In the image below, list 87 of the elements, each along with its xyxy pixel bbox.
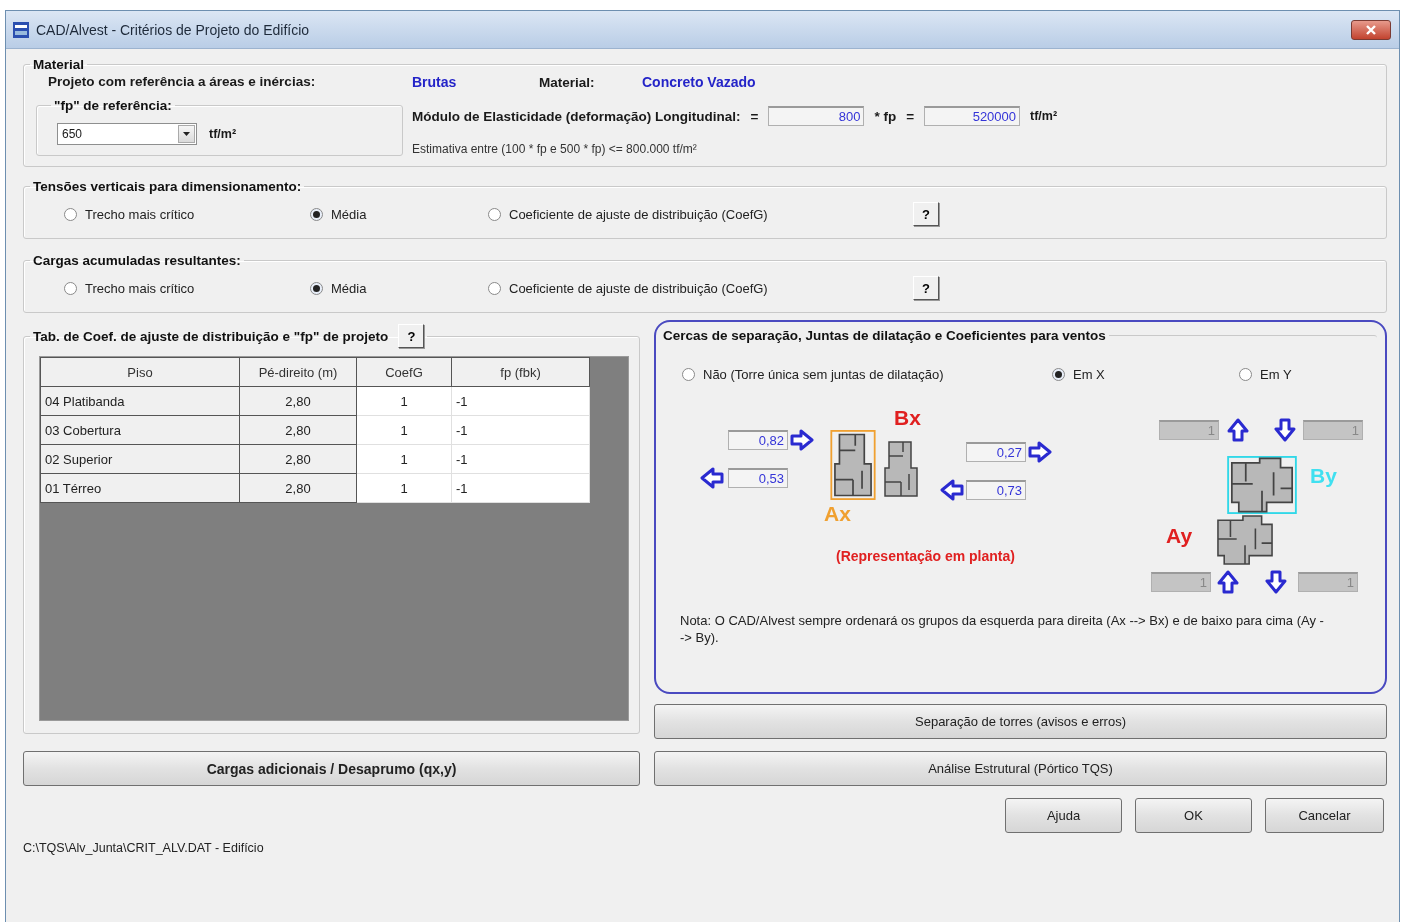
close-button[interactable] <box>1351 19 1391 40</box>
table-cell: 04 Platibanda <box>40 386 240 416</box>
table-cell[interactable]: -1 <box>451 415 590 445</box>
group-label: Ax <box>824 502 851 526</box>
group-title: Cargas acumuladas resultantes: <box>32 253 242 268</box>
column-header: fp (fbk) <box>451 357 590 387</box>
radio-button[interactable]: Trecho mais crítico <box>64 206 195 222</box>
arrow-icon <box>1216 570 1240 594</box>
additional-loads-button[interactable]: Cargas adicionais / Desaprumo (qx,y) <box>23 751 640 786</box>
table-cell: 2,80 <box>239 444 357 474</box>
table-cell[interactable]: -1 <box>451 444 590 474</box>
radio-button[interactable]: Em X <box>1052 367 1105 382</box>
ok-button[interactable]: OK <box>1135 798 1252 833</box>
group-title: Tensões verticais para dimensionamento: <box>32 179 303 194</box>
coefficient-field: 1 <box>1151 572 1211 592</box>
reference-value: Brutas <box>412 74 458 90</box>
table-cell[interactable]: 1 <box>356 473 452 503</box>
coefficient-field[interactable]: 0,73 <box>966 480 1026 500</box>
group-label: By <box>1310 464 1337 488</box>
unit-label: tf/m² <box>209 127 237 141</box>
arrow-icon <box>1028 440 1052 464</box>
dropdown[interactable]: 650 <box>57 123 197 145</box>
equals-sign: = <box>750 108 759 124</box>
help-button[interactable]: Ajuda <box>1005 798 1122 833</box>
arrow-icon <box>700 466 724 490</box>
separation-button[interactable]: Separação de torres (avisos e erros) <box>654 704 1387 739</box>
coefficient-field[interactable]: 0,53 <box>728 468 788 488</box>
cancel-button[interactable]: Cancelar <box>1265 798 1384 833</box>
group-label: Ay <box>1166 524 1193 548</box>
window-title: CAD/Alvest - Critérios de Projeto do Edifício <box>36 21 311 38</box>
table-cell[interactable]: 1 <box>356 444 452 474</box>
factor-field[interactable]: 800 <box>768 106 865 126</box>
table-cell: 2,80 <box>239 473 357 503</box>
column-header: Piso <box>40 357 240 387</box>
caret-icon <box>183 132 190 136</box>
floor-plan-drawing <box>1226 456 1298 514</box>
radio-button[interactable]: Em Y <box>1239 367 1292 382</box>
field-label: Projeto com referência a áreas e inércias: <box>47 74 317 89</box>
radio-button[interactable]: Coeficiente de ajuste de distribuição (CoefG) <box>488 206 768 222</box>
caption-text: (Representação em planta) <box>836 548 1015 564</box>
radio-button[interactable]: Média <box>310 280 367 296</box>
arrow-icon <box>790 428 814 452</box>
radio-button[interactable]: Média <box>310 206 367 222</box>
hint-text: Estimativa entre (100 * fp e 500 * fp) <= 800.000 tf/m² <box>412 142 698 156</box>
group-title: Material <box>32 57 86 72</box>
group-title: Tab. de Coef. de ajuste de distribuição e "fp" de projeto <box>33 328 389 344</box>
unit-label: tf/m² <box>1030 109 1058 123</box>
arrow-icon <box>1226 418 1250 442</box>
coefficient-field[interactable]: 0,27 <box>966 442 1026 462</box>
help-button[interactable]: ? <box>398 324 425 348</box>
group-title: Cercas de separação, Juntas de dilatação e Coeficientes para ventos <box>662 328 1107 343</box>
column-header: CoefG <box>356 357 452 387</box>
note-text: Nota: O CAD/Alvest sempre ordenará os grupos da esquerda para direita (Ax --> Bx) e de baixo para cima (Ay --> By). <box>680 612 1325 646</box>
table-cell[interactable]: -1 <box>451 386 590 416</box>
file-path-text: C:\TQS\Alv_Junta\CRIT_ALV.DAT - Edifício <box>23 841 265 855</box>
table-cell[interactable]: 1 <box>356 415 452 445</box>
group-title: "fp" de referência: <box>53 98 173 113</box>
field-label: Material: <box>539 74 596 90</box>
coefficient-field: 1 <box>1298 572 1358 592</box>
table-cell: 02 Superior <box>40 444 240 474</box>
equals-sign: = <box>906 108 915 124</box>
table-cell[interactable]: -1 <box>451 473 590 503</box>
table-cell: 01 Térreo <box>40 473 240 503</box>
arrow-icon <box>940 478 964 502</box>
radio-button[interactable]: Trecho mais crítico <box>64 280 195 296</box>
arrow-icon <box>1273 418 1297 442</box>
table-cell: 03 Cobertura <box>40 415 240 445</box>
material-value: Concreto Vazado <box>642 74 756 90</box>
table-cell: 2,80 <box>239 415 357 445</box>
analysis-button[interactable]: Análise Estrutural (Pórtico TQS) <box>654 751 1387 786</box>
coefficient-field: 1 <box>1159 420 1219 440</box>
coefficient-field[interactable]: 0,82 <box>728 430 788 450</box>
app-logo-icon <box>12 20 30 39</box>
coefficient-field: 1 <box>1303 420 1363 440</box>
table-cell: 2,80 <box>239 386 357 416</box>
table-cell[interactable]: 1 <box>356 386 452 416</box>
arrow-icon <box>1264 570 1288 594</box>
help-button[interactable]: ? <box>913 276 939 300</box>
field-label: * fp <box>874 108 897 124</box>
column-header: Pé-direito (m) <box>239 357 357 387</box>
radio-button[interactable]: Não (Torre única sem juntas de dilatação) <box>682 367 944 382</box>
close-icon <box>1365 23 1377 36</box>
help-button[interactable]: ? <box>913 202 939 226</box>
group-label: Bx <box>894 406 921 430</box>
field-label: Módulo de Elasticidade (deformação) Longitudinal: <box>412 108 741 124</box>
result-field[interactable]: 520000 <box>924 106 1021 126</box>
radio-button[interactable]: Coeficiente de ajuste de distribuição (CoefG) <box>488 280 768 296</box>
